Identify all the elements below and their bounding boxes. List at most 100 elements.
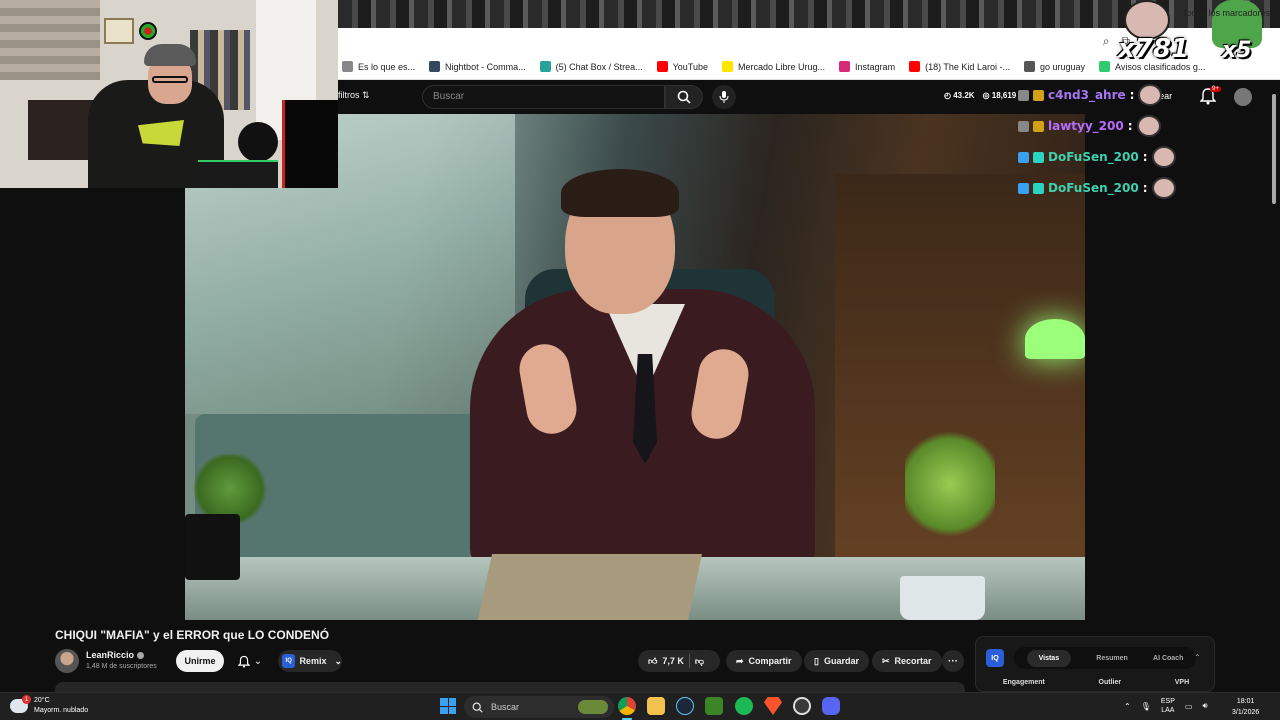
thumbs-down-icon[interactable]: 👎︎ — [695, 656, 704, 667]
chevron-up-icon[interactable]: ⌃ — [1194, 653, 1201, 662]
chat-separator: : — [1129, 88, 1135, 102]
subscription-bell-button[interactable]: ⌄ — [230, 650, 270, 672]
brave-icon[interactable] — [764, 697, 782, 715]
windows-start-icon[interactable] — [440, 698, 456, 714]
chat-message: DoFuSen_200: — [1018, 175, 1176, 201]
webcam-picture-frame — [104, 18, 134, 44]
gallito-icon — [1099, 61, 1110, 72]
microphone-icon[interactable]: 🎙︎ — [1141, 702, 1151, 711]
description-box[interactable] — [55, 682, 965, 692]
vidiq-icon: IQ — [282, 654, 296, 668]
emote-count: x781 — [1118, 34, 1190, 64]
clip-button[interactable]: ✂ Recortar — [872, 650, 942, 672]
video-frame-pot — [185, 514, 240, 580]
filters-button[interactable]: filtros ⇅ — [338, 90, 370, 101]
more-actions-button[interactable]: ··· — [942, 650, 964, 672]
chevron-up-icon[interactable]: ⌃ — [1124, 702, 1131, 711]
chat-badge-icon — [1018, 151, 1029, 163]
webcam-stone-wall — [0, 0, 100, 80]
chat-separator: : — [1142, 150, 1148, 164]
bookmark-item[interactable]: Instagram — [839, 61, 895, 72]
page-scrollbar[interactable] — [1270, 82, 1278, 212]
webcam-monitor — [282, 100, 338, 188]
webcam-overlay — [0, 0, 338, 188]
spotify-icon[interactable] — [735, 697, 753, 715]
chrome-icon[interactable] — [618, 697, 636, 715]
time: 18:01 — [1236, 698, 1255, 705]
taskbar-search[interactable]: Buscar — [464, 696, 614, 718]
chat-username[interactable]: lawtyy_200 — [1048, 119, 1124, 133]
chat-username[interactable]: DoFuSen_200 — [1048, 181, 1139, 195]
chat-badge-icon — [1018, 182, 1029, 194]
bookmark-item[interactable]: go uruguay — [1023, 61, 1085, 72]
channel-avatar[interactable] — [55, 649, 79, 673]
discord-icon[interactable] — [822, 697, 840, 715]
chat-message: lawtyy_200: — [1018, 113, 1161, 139]
chevron-down-icon: ⌄ — [334, 655, 342, 666]
remix-button[interactable]: IQ Remix ⌄ — [278, 650, 342, 672]
chat-badge-icon — [1033, 182, 1044, 194]
like-button[interactable]: 👍︎ 7,7 K — [648, 656, 684, 667]
save-button[interactable]: ▯ Guardar — [804, 650, 869, 672]
vidiq-columns: Engagement Outlier VPH — [976, 679, 1216, 686]
weather-condition: Mayorm. nublado — [34, 707, 89, 714]
chat-badge-icon — [1018, 89, 1029, 101]
bookmark-item[interactable]: YouTube — [656, 61, 708, 72]
voice-search-button[interactable] — [712, 85, 736, 109]
clock[interactable]: 18:01 3/1/2026 — [1232, 696, 1259, 718]
vidiq-tab[interactable]: AI Coach — [1153, 655, 1183, 662]
chat-separator: : — [1142, 181, 1148, 195]
weather-badge: 1 — [22, 695, 31, 704]
vidiq-tabs: Vistas Resumen AI Coach — [1014, 647, 1196, 669]
chat-emote-icon — [1136, 115, 1161, 137]
video-frame-lamp — [1025, 319, 1085, 359]
search-button[interactable] — [665, 85, 703, 109]
file-explorer-icon[interactable] — [647, 697, 665, 715]
vidiq-tab[interactable]: Resumen — [1096, 655, 1128, 662]
bookmark-item[interactable]: (5) Chat Box / Strea... — [539, 61, 643, 72]
language-indicator[interactable]: ESP LAA — [1161, 697, 1175, 715]
sliders-icon: ⇅ — [362, 90, 370, 100]
video-frame-folder — [477, 554, 703, 620]
vidiq-column-header: Engagement — [1002, 679, 1045, 686]
bell-icon — [237, 655, 250, 668]
thumbs-up-icon: 👍︎ — [648, 655, 658, 666]
taskbar: 1 20°C Mayorm. nublado Buscar ⌃ 🎙︎ ESP LA… — [0, 692, 1280, 720]
zoom-icon[interactable]: ⌕ — [1103, 34, 1110, 49]
volume-icon[interactable]: 🔊︎ — [1202, 701, 1207, 711]
join-button[interactable]: Unirme — [176, 650, 224, 672]
bookmark-item[interactable]: Mercado Libre Urug... — [722, 61, 825, 72]
steam-icon[interactable] — [676, 697, 694, 715]
all-bookmarks-link[interactable]: Todos los marcadores — [1182, 8, 1270, 18]
temperature: 20°C — [34, 697, 50, 704]
system-tray: ⌃ 🎙︎ ESP LAA ▭ 🔊︎ — [1124, 697, 1207, 715]
minecraft-icon[interactable] — [705, 697, 723, 715]
chevron-down-icon: ⌄ — [253, 655, 263, 667]
chat-username[interactable]: DoFuSen_200 — [1048, 150, 1139, 164]
stat-subs: ◎ 18,619 — [982, 91, 1017, 100]
weather-widget[interactable]: 1 20°C Mayorm. nublado — [10, 695, 89, 716]
scissors-icon: ✂ — [882, 655, 890, 666]
bookmark-item[interactable]: Nightbot - Comma... — [429, 61, 526, 72]
extension-stats: ◴ 43.2K ◎ 18,619 — [944, 91, 1016, 100]
video-title: CHIQUI "MAFIA" y el ERROR que LO CONDENÓ — [55, 628, 330, 642]
scrollbar-thumb[interactable] — [1272, 94, 1276, 204]
network-icon[interactable]: ▭ — [1185, 702, 1193, 711]
bookmark-item[interactable]: (18) The Kid Laroi -... — [909, 61, 1010, 72]
obs-icon[interactable] — [793, 697, 811, 715]
chat-username[interactable]: c4nd3_ahre — [1048, 88, 1126, 102]
video-frame-hair — [561, 169, 679, 217]
video-player[interactable] — [185, 114, 1085, 620]
share-button[interactable]: ➦ Compartir — [726, 650, 802, 672]
chat-message: DoFuSen_200: — [1018, 144, 1176, 170]
share-icon: ➦ — [736, 655, 744, 666]
page-icon — [342, 61, 353, 72]
vidiq-panel: IQ Vistas Resumen AI Coach ⌃ Engagement Out… — [975, 636, 1215, 692]
divider — [688, 654, 690, 668]
vidiq-tab[interactable]: Vistas — [1026, 649, 1072, 667]
bookmark-item[interactable]: Es lo que es... — [342, 61, 415, 72]
search-input[interactable]: Buscar — [422, 85, 665, 109]
chat-badge-icon — [1033, 89, 1044, 101]
bookmark-icon: ▯ — [814, 655, 819, 666]
channel-name[interactable]: LeanRiccio — [86, 650, 145, 660]
